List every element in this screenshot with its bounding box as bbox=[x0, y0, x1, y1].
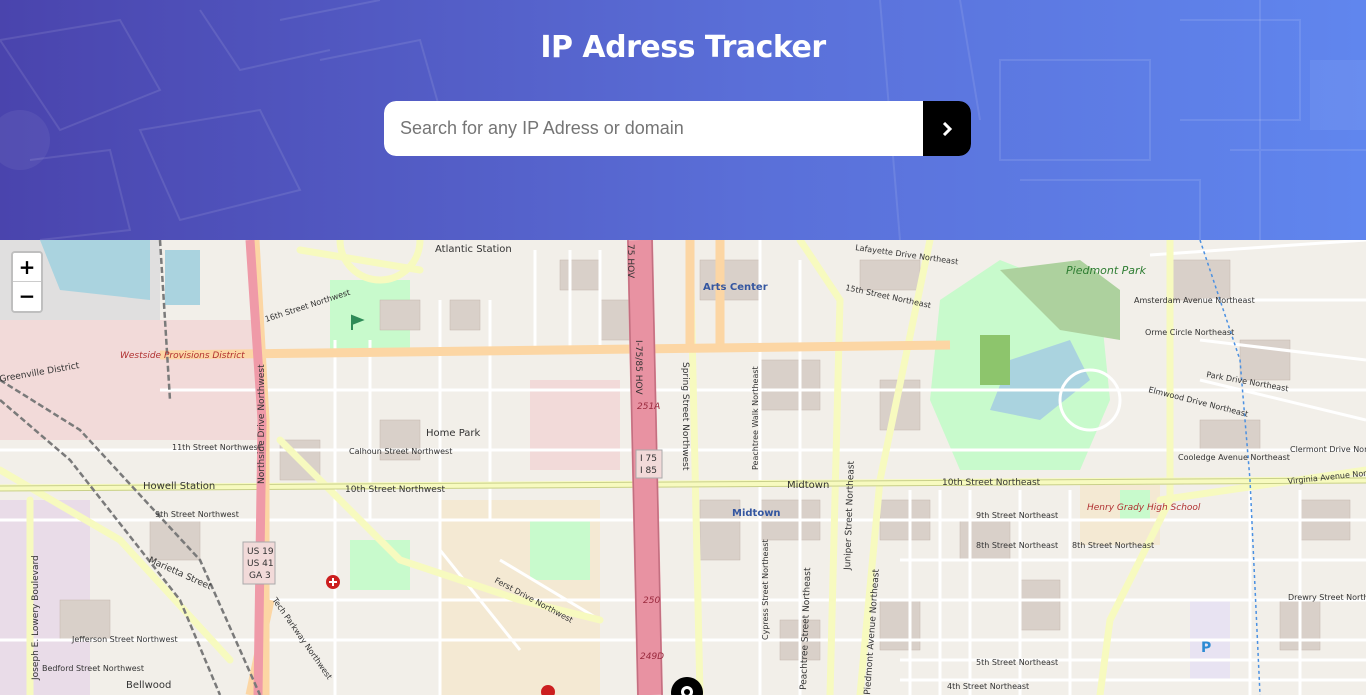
label-piedmont-park: Piedmont Park bbox=[1066, 264, 1147, 277]
header-banner: IP Adress Tracker bbox=[0, 0, 1366, 240]
label-exit-251a: 251A bbox=[637, 402, 660, 412]
label-marietta: Marietta Street bbox=[147, 556, 213, 593]
shield-us19: US 19 bbox=[247, 547, 274, 557]
shield-ga3: GA 3 bbox=[249, 571, 271, 581]
label-midtown-station: Midtown bbox=[732, 508, 781, 519]
map-labels: Atlantic Station Arts Center Lafayette D… bbox=[0, 243, 1366, 695]
label-bedford: Bedford Street Northwest bbox=[42, 664, 144, 673]
label-4th-street: 4th Street Northeast bbox=[947, 682, 1029, 691]
label-juniper: Juniper Street Northeast bbox=[843, 460, 857, 571]
label-virginia: Virginia Avenue Northeast bbox=[1287, 466, 1366, 486]
zoom-in-button[interactable]: + bbox=[13, 253, 41, 282]
map-view[interactable]: Atlantic Station Arts Center Lafayette D… bbox=[0, 240, 1366, 695]
shield-i85: I 85 bbox=[640, 466, 657, 476]
label-amsterdam: Amsterdam Avenue Northeast bbox=[1134, 296, 1255, 305]
label-park-drive: Park Drive Northeast bbox=[1206, 370, 1290, 393]
label-calhoun: Calhoun Street Northwest bbox=[349, 447, 452, 456]
label-lowery: Joseph E. Lowery Boulevard bbox=[31, 555, 41, 681]
zoom-out-button[interactable]: − bbox=[13, 282, 41, 311]
label-exit-249d: 249D bbox=[640, 652, 664, 662]
search-input[interactable] bbox=[384, 101, 923, 156]
label-8th-street-ne: 8th Street Northeast bbox=[976, 541, 1058, 550]
label-exit-250: 250 bbox=[643, 596, 660, 606]
label-lafayette: Lafayette Drive Northeast bbox=[855, 243, 959, 266]
label-16th-street: 16th Street Northwest bbox=[264, 288, 351, 324]
label-henry-grady: Henry Grady High School bbox=[1087, 503, 1201, 513]
label-11th-street: 11th Street Northwest bbox=[172, 443, 261, 452]
label-westside: Westside Provisions District bbox=[120, 351, 245, 361]
shield-us41: US 41 bbox=[247, 559, 274, 569]
label-9th-street-nw: 9th Street Northwest bbox=[155, 510, 239, 519]
label-spring-street: Spring Street Northwest bbox=[680, 362, 690, 471]
label-peachtree-walk: Peachtree Walk Northeast bbox=[751, 366, 760, 470]
label-cooledge: Cooledge Avenue Northeast bbox=[1178, 453, 1290, 462]
label-arts-center: Arts Center bbox=[703, 282, 768, 293]
label-peachtree-st: Peachtree Street Northeast bbox=[799, 567, 813, 690]
label-bellwood: Bellwood bbox=[126, 680, 171, 691]
label-drewry: Drewry Street Northeast bbox=[1288, 593, 1366, 602]
label-home-park: Home Park bbox=[426, 428, 481, 439]
label-10th-street-nw: 10th Street Northwest bbox=[345, 485, 446, 495]
label-orme-circle: Orme Circle Northeast bbox=[1145, 328, 1234, 337]
label-jefferson: Jefferson Street Northwest bbox=[71, 635, 178, 644]
page-title: IP Adress Tracker bbox=[540, 30, 826, 65]
label-elmwood: Elmwood Drive Northeast bbox=[1148, 385, 1250, 419]
label-10th-street-ne: 10th Street Northeast bbox=[942, 478, 1041, 488]
label-8th-street-ne-2: 8th Street Northeast bbox=[1072, 541, 1154, 550]
label-15th-street: 15th Street Northeast bbox=[845, 283, 932, 310]
label-clermont: Clermont Drive Northeast bbox=[1290, 445, 1366, 454]
label-greenville: Greenville District bbox=[0, 361, 81, 385]
label-midtown: Midtown bbox=[787, 480, 829, 491]
label-northside: Northside Drive Northwest bbox=[257, 364, 267, 484]
label-atlantic-station: Atlantic Station bbox=[435, 244, 512, 255]
search-form bbox=[384, 101, 971, 156]
search-submit-button[interactable] bbox=[923, 101, 971, 156]
location-pin-icon[interactable] bbox=[671, 677, 703, 695]
label-75-hov: 75 HOV bbox=[625, 244, 635, 279]
map-zoom-control: + − bbox=[11, 251, 43, 313]
label-cypress: Cypress Street Northeast bbox=[761, 539, 770, 640]
label-ferst-drive: Ferst Drive Northwest bbox=[493, 576, 574, 625]
label-piedmont-ave: Piedmont Avenue Northeast bbox=[863, 568, 882, 695]
shield-i75: I 75 bbox=[640, 454, 657, 464]
parking-icon: P bbox=[1201, 640, 1211, 656]
chevron-right-icon bbox=[942, 121, 952, 136]
label-9th-street-ne: 9th Street Northeast bbox=[976, 511, 1058, 520]
label-howell-station: Howell Station bbox=[143, 481, 215, 492]
label-5th-street: 5th Street Northeast bbox=[976, 658, 1058, 667]
label-tech-parkway: Tech Parkway Northwest bbox=[270, 595, 334, 681]
label-i75-85-hov: I-75/85 HOV bbox=[633, 340, 643, 395]
